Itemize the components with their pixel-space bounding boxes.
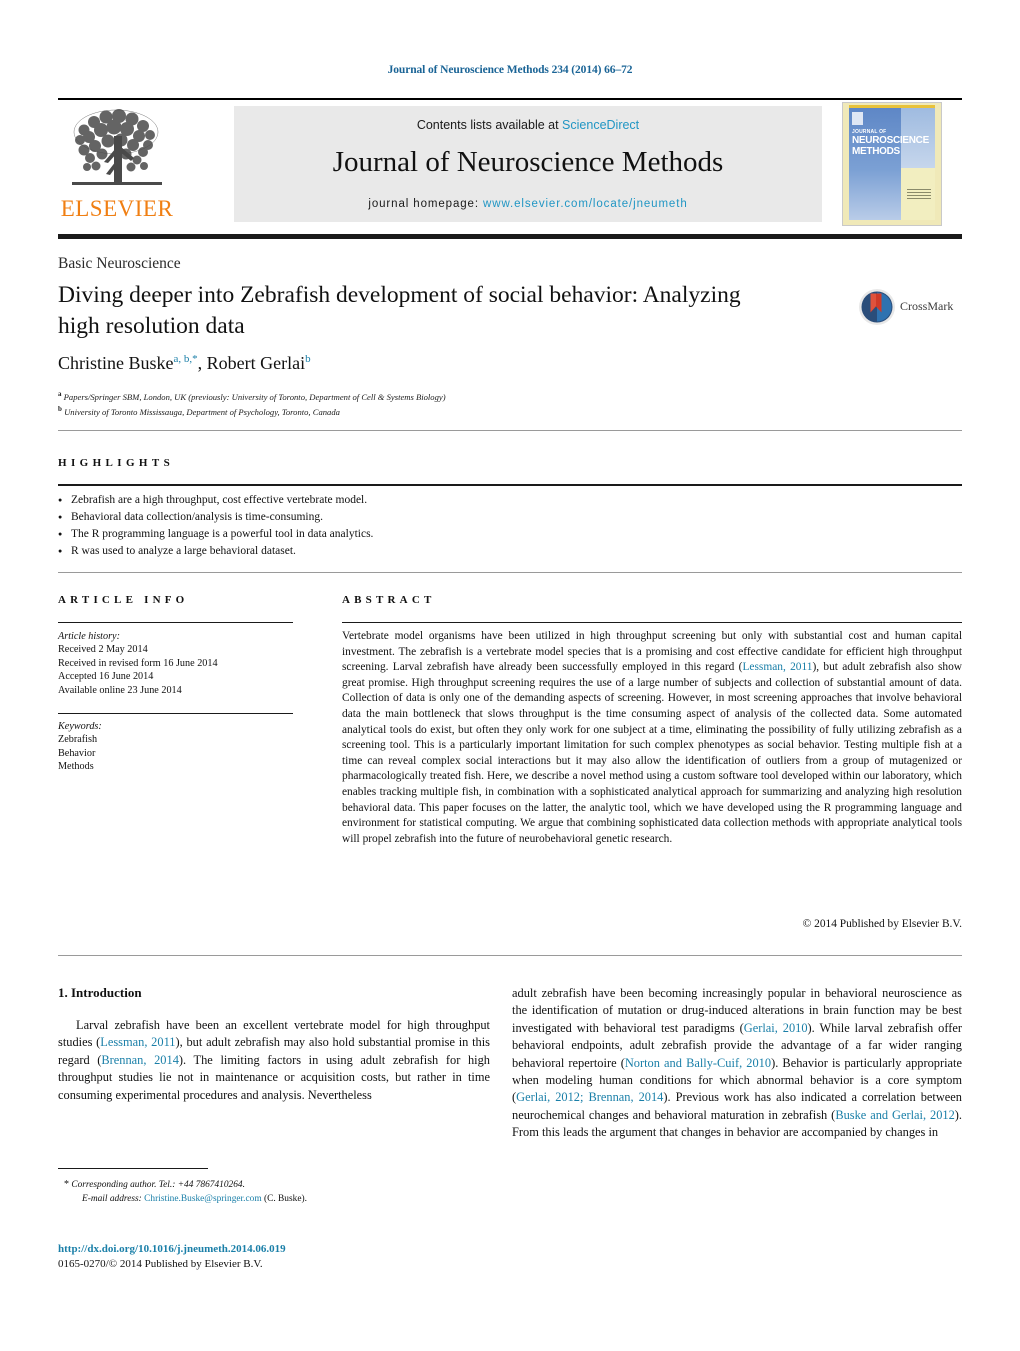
paper-page: Journal of Neuroscience Methods 234 (201…: [0, 0, 1020, 1351]
article-history-label: Article history:: [58, 631, 120, 642]
crossmark-label: CrossMark: [900, 299, 954, 313]
highlights-bottom-rule: [58, 572, 962, 573]
elsevier-tree-icon: [72, 109, 162, 185]
contents-prefix: Contents lists available at: [416, 118, 563, 132]
email-label: E-mail address:: [82, 1193, 142, 1204]
contents-list-line: Contents lists available at ScienceDirec…: [234, 118, 822, 132]
affiliation-item: a Papers/Springer SBM, London, UK (previ…: [58, 388, 838, 403]
citation-link[interactable]: Lessman, 2011: [100, 1035, 175, 1049]
homepage-url-link[interactable]: www.elsevier.com/locate/jneumeth: [483, 198, 688, 210]
affiliation-marker-a: a: [58, 390, 62, 398]
affiliation-text-b: University of Toronto Mississauga, Depar…: [64, 407, 340, 418]
corresponding-author-text: Corresponding author. Tel.: +44 78674102…: [69, 1180, 245, 1190]
introduction-heading: 1. Introduction: [58, 985, 142, 1000]
introduction-paragraph-right: adult zebrafish have been becoming incre…: [512, 985, 962, 1142]
journal-section-label: Basic Neuroscience: [58, 255, 181, 272]
journal-cover-thumbnail: JOURNAL OF NEUROSCIENCE METHODS: [842, 102, 942, 226]
citation-link[interactable]: Gerlai, 2012; Brennan, 2014: [516, 1090, 663, 1104]
masthead-top-rule: [58, 98, 962, 100]
article-info-rule: [58, 622, 293, 623]
list-item: Behavioral data collection/analysis is t…: [58, 509, 758, 526]
introduction-paragraph-left: Larval zebrafish have been an excellent …: [58, 1017, 490, 1104]
keywords-label: Keywords:: [58, 721, 102, 732]
masthead-center-panel: Contents lists available at ScienceDirec…: [234, 106, 822, 222]
keyword-item: Behavior: [58, 747, 96, 759]
elsevier-wordmark: ELSEVIER: [60, 196, 174, 221]
keyword-item: Zebrafish: [58, 734, 98, 746]
elsevier-logo: ELSEVIER: [58, 104, 176, 224]
citation-link[interactable]: Lessman, 2011: [742, 661, 812, 673]
journal-masthead: ELSEVIER Contents lists available at Sci…: [58, 98, 962, 239]
divider-above-highlights: [58, 430, 962, 431]
corresponding-author-footnote: * Corresponding author. Tel.: +44 786741…: [58, 1178, 498, 1206]
body-column-right: adult zebrafish have been becoming incre…: [512, 985, 962, 1142]
author-2-affil-markers: b: [305, 353, 311, 365]
author-1-affil-markers: a, b,: [173, 353, 193, 365]
copyright-line: © 2014 Published by Elsevier B.V.: [802, 918, 962, 930]
body-column-left: 1. Introduction Larval zebrafish have be…: [58, 985, 490, 1104]
highlights-heading: HIGHLIGHTS: [58, 457, 175, 469]
abstract-text: Vertebrate model organisms have been uti…: [342, 629, 962, 847]
author-name-1: Christine Buske: [58, 353, 174, 373]
list-item: The R programming language is a powerful…: [58, 526, 758, 543]
affiliation-item: b University of Toronto Mississauga, Dep…: [58, 403, 838, 418]
citation-link[interactable]: Brennan, 2014: [101, 1053, 179, 1067]
footnote-rule: [58, 1168, 208, 1169]
email-link[interactable]: Christine.Buske@springer.com: [144, 1194, 261, 1204]
abstract-rule: [342, 622, 962, 623]
doi-link[interactable]: http://dx.doi.org/10.1016/j.jneumeth.201…: [58, 1243, 498, 1255]
keywords-block: Keywords: Zebrafish Behavior Methods: [58, 720, 308, 774]
crossmark-icon: [859, 289, 895, 325]
crossmark-badge[interactable]: CrossMark: [858, 288, 954, 328]
homepage-prefix: journal homepage:: [368, 198, 484, 210]
article-info-heading: ARTICLE INFO: [58, 594, 189, 606]
citation-link[interactable]: Norton and Bally-Cuif, 2010: [625, 1056, 771, 1070]
journal-homepage-line: journal homepage: www.elsevier.com/locat…: [234, 198, 822, 210]
history-item: Received in revised form 16 June 2014: [58, 657, 218, 669]
citation-link[interactable]: Buske and Gerlai, 2012: [835, 1108, 954, 1122]
email-suffix: (C. Buske).: [261, 1193, 307, 1204]
issn-copyright-line: 0165-0270/© 2014 Published by Elsevier B…: [58, 1258, 263, 1270]
cover-publisher-mark: [852, 112, 863, 125]
cover-line-2: NEUROSCIENCE METHODS: [852, 135, 929, 157]
author-list: Christine Buskea, b,*, Robert Gerlaib: [58, 353, 758, 374]
history-item: Accepted 16 June 2014: [58, 671, 154, 683]
sciencedirect-link[interactable]: ScienceDirect: [562, 118, 639, 132]
history-item: Available online 23 June 2014: [58, 684, 182, 696]
divider-above-body: [58, 955, 962, 956]
author-name-2: Robert Gerlai: [206, 353, 306, 373]
citation-link[interactable]: Gerlai, 2010: [744, 1021, 808, 1035]
keywords-rule: [58, 713, 293, 714]
affiliation-text-a: Papers/Springer SBM, London, UK (previou…: [63, 391, 446, 402]
abstract-part-2: ), but adult zebrafish also show great p…: [342, 661, 963, 845]
highlights-list: Zebrafish are a high throughput, cost ef…: [58, 492, 758, 560]
page-title: Diving deeper into Zebrafish development…: [58, 282, 741, 339]
cover-text-lines: [907, 189, 931, 201]
highlights-top-rule: [58, 484, 962, 486]
list-item: Zebrafish are a high throughput, cost ef…: [58, 492, 758, 509]
abstract-heading: ABSTRACT: [342, 594, 436, 606]
running-head: Journal of Neuroscience Methods 234 (201…: [387, 64, 633, 76]
author-separator: ,: [197, 353, 207, 373]
article-history-block: Article history: Received 2 May 2014 Rec…: [58, 630, 308, 697]
journal-title: Journal of Neuroscience Methods: [332, 146, 724, 178]
affiliation-marker-b: b: [58, 405, 62, 414]
history-item: Received 2 May 2014: [58, 644, 148, 656]
list-item: R was used to analyze a large behavioral…: [58, 543, 758, 560]
keyword-item: Methods: [58, 761, 94, 773]
masthead-bottom-rule: [58, 234, 962, 239]
affiliation-list: a Papers/Springer SBM, London, UK (previ…: [58, 388, 838, 419]
